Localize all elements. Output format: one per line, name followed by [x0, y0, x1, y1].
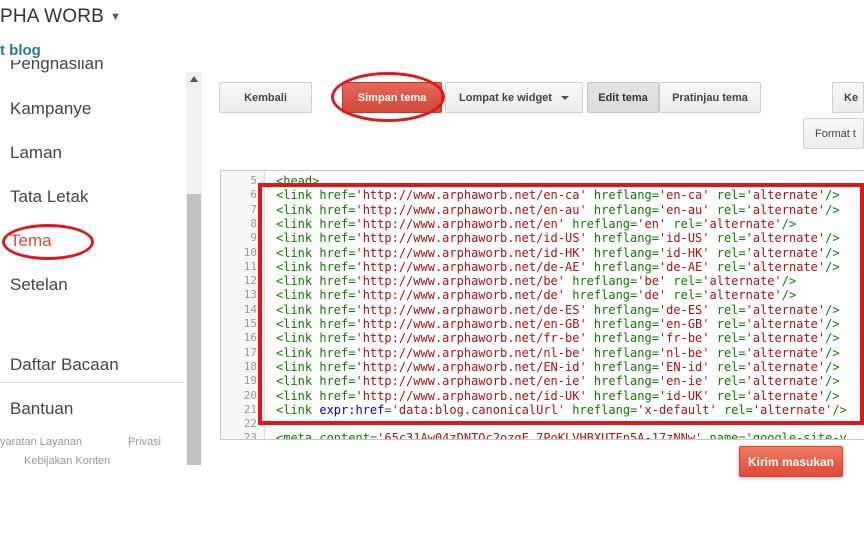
- blog-title-dropdown[interactable]: PHA WORB ▼: [0, 6, 121, 28]
- code-text: <link href='http://www.arphaworb.net/nl-…: [276, 345, 840, 360]
- jump-to-widget-label: Lompat ke widget: [459, 91, 552, 104]
- code-text: <link href='http://www.arphaworb.net/en-…: [276, 317, 840, 331]
- code-line: 6 <link href='http://www.arphaworb.net/en…: [221, 188, 864, 202]
- code-text: <link href='http://www.arphaworb.net/en'…: [276, 216, 797, 231]
- line-number: 10: [243, 245, 257, 259]
- line-number: 8: [250, 216, 257, 230]
- save-theme-button[interactable]: Simpan tema: [342, 82, 442, 113]
- line-number: 20: [243, 388, 257, 402]
- code-text: <link href='http://www.arphaworb.net/EN-…: [276, 359, 840, 374]
- line-number: 14: [243, 302, 257, 316]
- code-text: <link href='http://www.arphaworb.net/de'…: [276, 288, 797, 303]
- privacy-link[interactable]: Privasi: [128, 436, 161, 448]
- code-line: 22: [221, 417, 864, 431]
- code-line: 14 <link href='http://www.arphaworb.net/d…: [221, 303, 864, 317]
- code-text: <meta content='65c31Aw04zDNTOc2ozgE_7PoK…: [276, 431, 847, 440]
- code-text: <link href='http://www.arphaworb.net/fr-…: [276, 331, 840, 346]
- code-text: <link expr:href='data:blog.canonicalUrl'…: [276, 402, 847, 417]
- terms-link[interactable]: yaratan Layanan: [0, 436, 82, 448]
- line-number: 7: [250, 202, 257, 216]
- code-line: 17 <link href='http://www.arphaworb.net/n…: [221, 346, 864, 360]
- sidebar-scrollbar[interactable]: [186, 72, 202, 465]
- scrollbar-thumb[interactable]: [187, 194, 201, 465]
- partial-right-button[interactable]: Ke: [832, 82, 864, 113]
- line-number: 16: [243, 331, 257, 345]
- sidebar-item-kampanye[interactable]: Kampanye: [10, 99, 91, 119]
- code-text: <head>: [276, 174, 320, 188]
- sidebar-item-tata-letak[interactable]: Tata Letak: [10, 187, 88, 207]
- code-text: <link href='http://www.arphaworb.net/be'…: [276, 274, 797, 289]
- code-line: 23 <meta content='65c31Aw04zDNTOc2ozgE_7P…: [221, 431, 864, 440]
- code-line: 5 <head>: [221, 174, 864, 188]
- send-feedback-button[interactable]: Kirim masukan: [739, 446, 843, 477]
- code-text: <link href='http://www.arphaworb.net/de-…: [276, 302, 840, 317]
- code-line: 10 <link href='http://www.arphaworb.net/i…: [221, 246, 864, 260]
- code-text: <link href='http://www.arphaworb.net/en-…: [276, 374, 840, 389]
- code-line: 16 <link href='http://www.arphaworb.net/f…: [221, 331, 864, 345]
- content-policy-link[interactable]: Kebijakan Konten: [24, 455, 110, 467]
- code-line: 9 <link href='http://www.arphaworb.net/id…: [221, 231, 864, 245]
- code-text: <link href='http://www.arphaworb.net/de-…: [276, 259, 840, 274]
- sidebar-item-setelan[interactable]: Setelan: [10, 275, 68, 295]
- line-number: 12: [243, 274, 257, 288]
- code-line: 18 <link href='http://www.arphaworb.net/E…: [221, 360, 864, 374]
- sidebar-nav: Penghasilan Kampanye Laman Tata Letak Te…: [0, 60, 184, 470]
- line-number: 17: [243, 345, 257, 359]
- code-line: 20 <link href='http://www.arphaworb.net/i…: [221, 389, 864, 403]
- blog-title: PHA WORB: [0, 6, 105, 27]
- code-line: 13 <link href='http://www.arphaworb.net/d…: [221, 288, 864, 302]
- code-line: 15 <link href='http://www.arphaworb.net/e…: [221, 317, 864, 331]
- line-number: 21: [243, 402, 257, 416]
- line-number: 18: [243, 359, 257, 373]
- back-button[interactable]: Kembali: [219, 82, 312, 113]
- sidebar-item-bantuan[interactable]: Bantuan: [10, 399, 73, 419]
- code-line: 21 <link expr:href='data:blog.canonicalUr…: [221, 403, 864, 417]
- view-blog-link[interactable]: t blog: [0, 42, 41, 59]
- scroll-up-arrow-icon[interactable]: [190, 76, 198, 82]
- sidebar-item-penghasilan[interactable]: Penghasilan: [10, 60, 104, 74]
- code-line: 7 <link href='http://www.arphaworb.net/en…: [221, 203, 864, 217]
- edit-theme-button[interactable]: Edit tema: [587, 82, 659, 113]
- code-line: 8 <link href='http://www.arphaworb.net/en…: [221, 217, 864, 231]
- line-number: 15: [243, 317, 257, 330]
- preview-theme-button[interactable]: Pratinjau tema: [659, 82, 761, 113]
- code-text: <link href='http://www.arphaworb.net/en-…: [276, 188, 840, 203]
- theme-code-editor[interactable]: 5 <head> 6 <link href='http://www.arphaworb…: [220, 170, 864, 440]
- line-number: 19: [243, 374, 257, 388]
- sidebar-divider: [0, 382, 184, 383]
- line-number: 5: [250, 174, 257, 187]
- line-number: 13: [243, 288, 257, 302]
- line-number: 9: [250, 231, 257, 245]
- code-line: 19 <link href='http://www.arphaworb.net/e…: [221, 374, 864, 388]
- chevron-down-icon: [560, 95, 569, 100]
- code-line: 11 <link href='http://www.arphaworb.net/d…: [221, 260, 864, 274]
- sidebar-item-laman[interactable]: Laman: [10, 143, 62, 163]
- code-line: 12 <link href='http://www.arphaworb.net/b…: [221, 274, 864, 288]
- line-number: 22: [243, 417, 257, 431]
- format-button[interactable]: Format t: [803, 118, 864, 149]
- line-number: 6: [250, 188, 257, 202]
- line-number: 11: [243, 259, 257, 273]
- code-text: <link href='http://www.arphaworb.net/id-…: [276, 388, 840, 403]
- code-text: <link href='http://www.arphaworb.net/en-…: [276, 202, 840, 217]
- code-text: <link href='http://www.arphaworb.net/id-…: [276, 245, 840, 260]
- caret-down-icon: ▼: [110, 11, 122, 23]
- jump-to-widget-dropdown[interactable]: Lompat ke widget: [445, 82, 583, 113]
- sidebar-item-daftar-bacaan[interactable]: Daftar Bacaan: [10, 355, 119, 375]
- line-number: 23: [243, 431, 257, 440]
- sidebar-item-tema[interactable]: Tema: [10, 231, 52, 251]
- code-text: <link href='http://www.arphaworb.net/id-…: [276, 231, 840, 246]
